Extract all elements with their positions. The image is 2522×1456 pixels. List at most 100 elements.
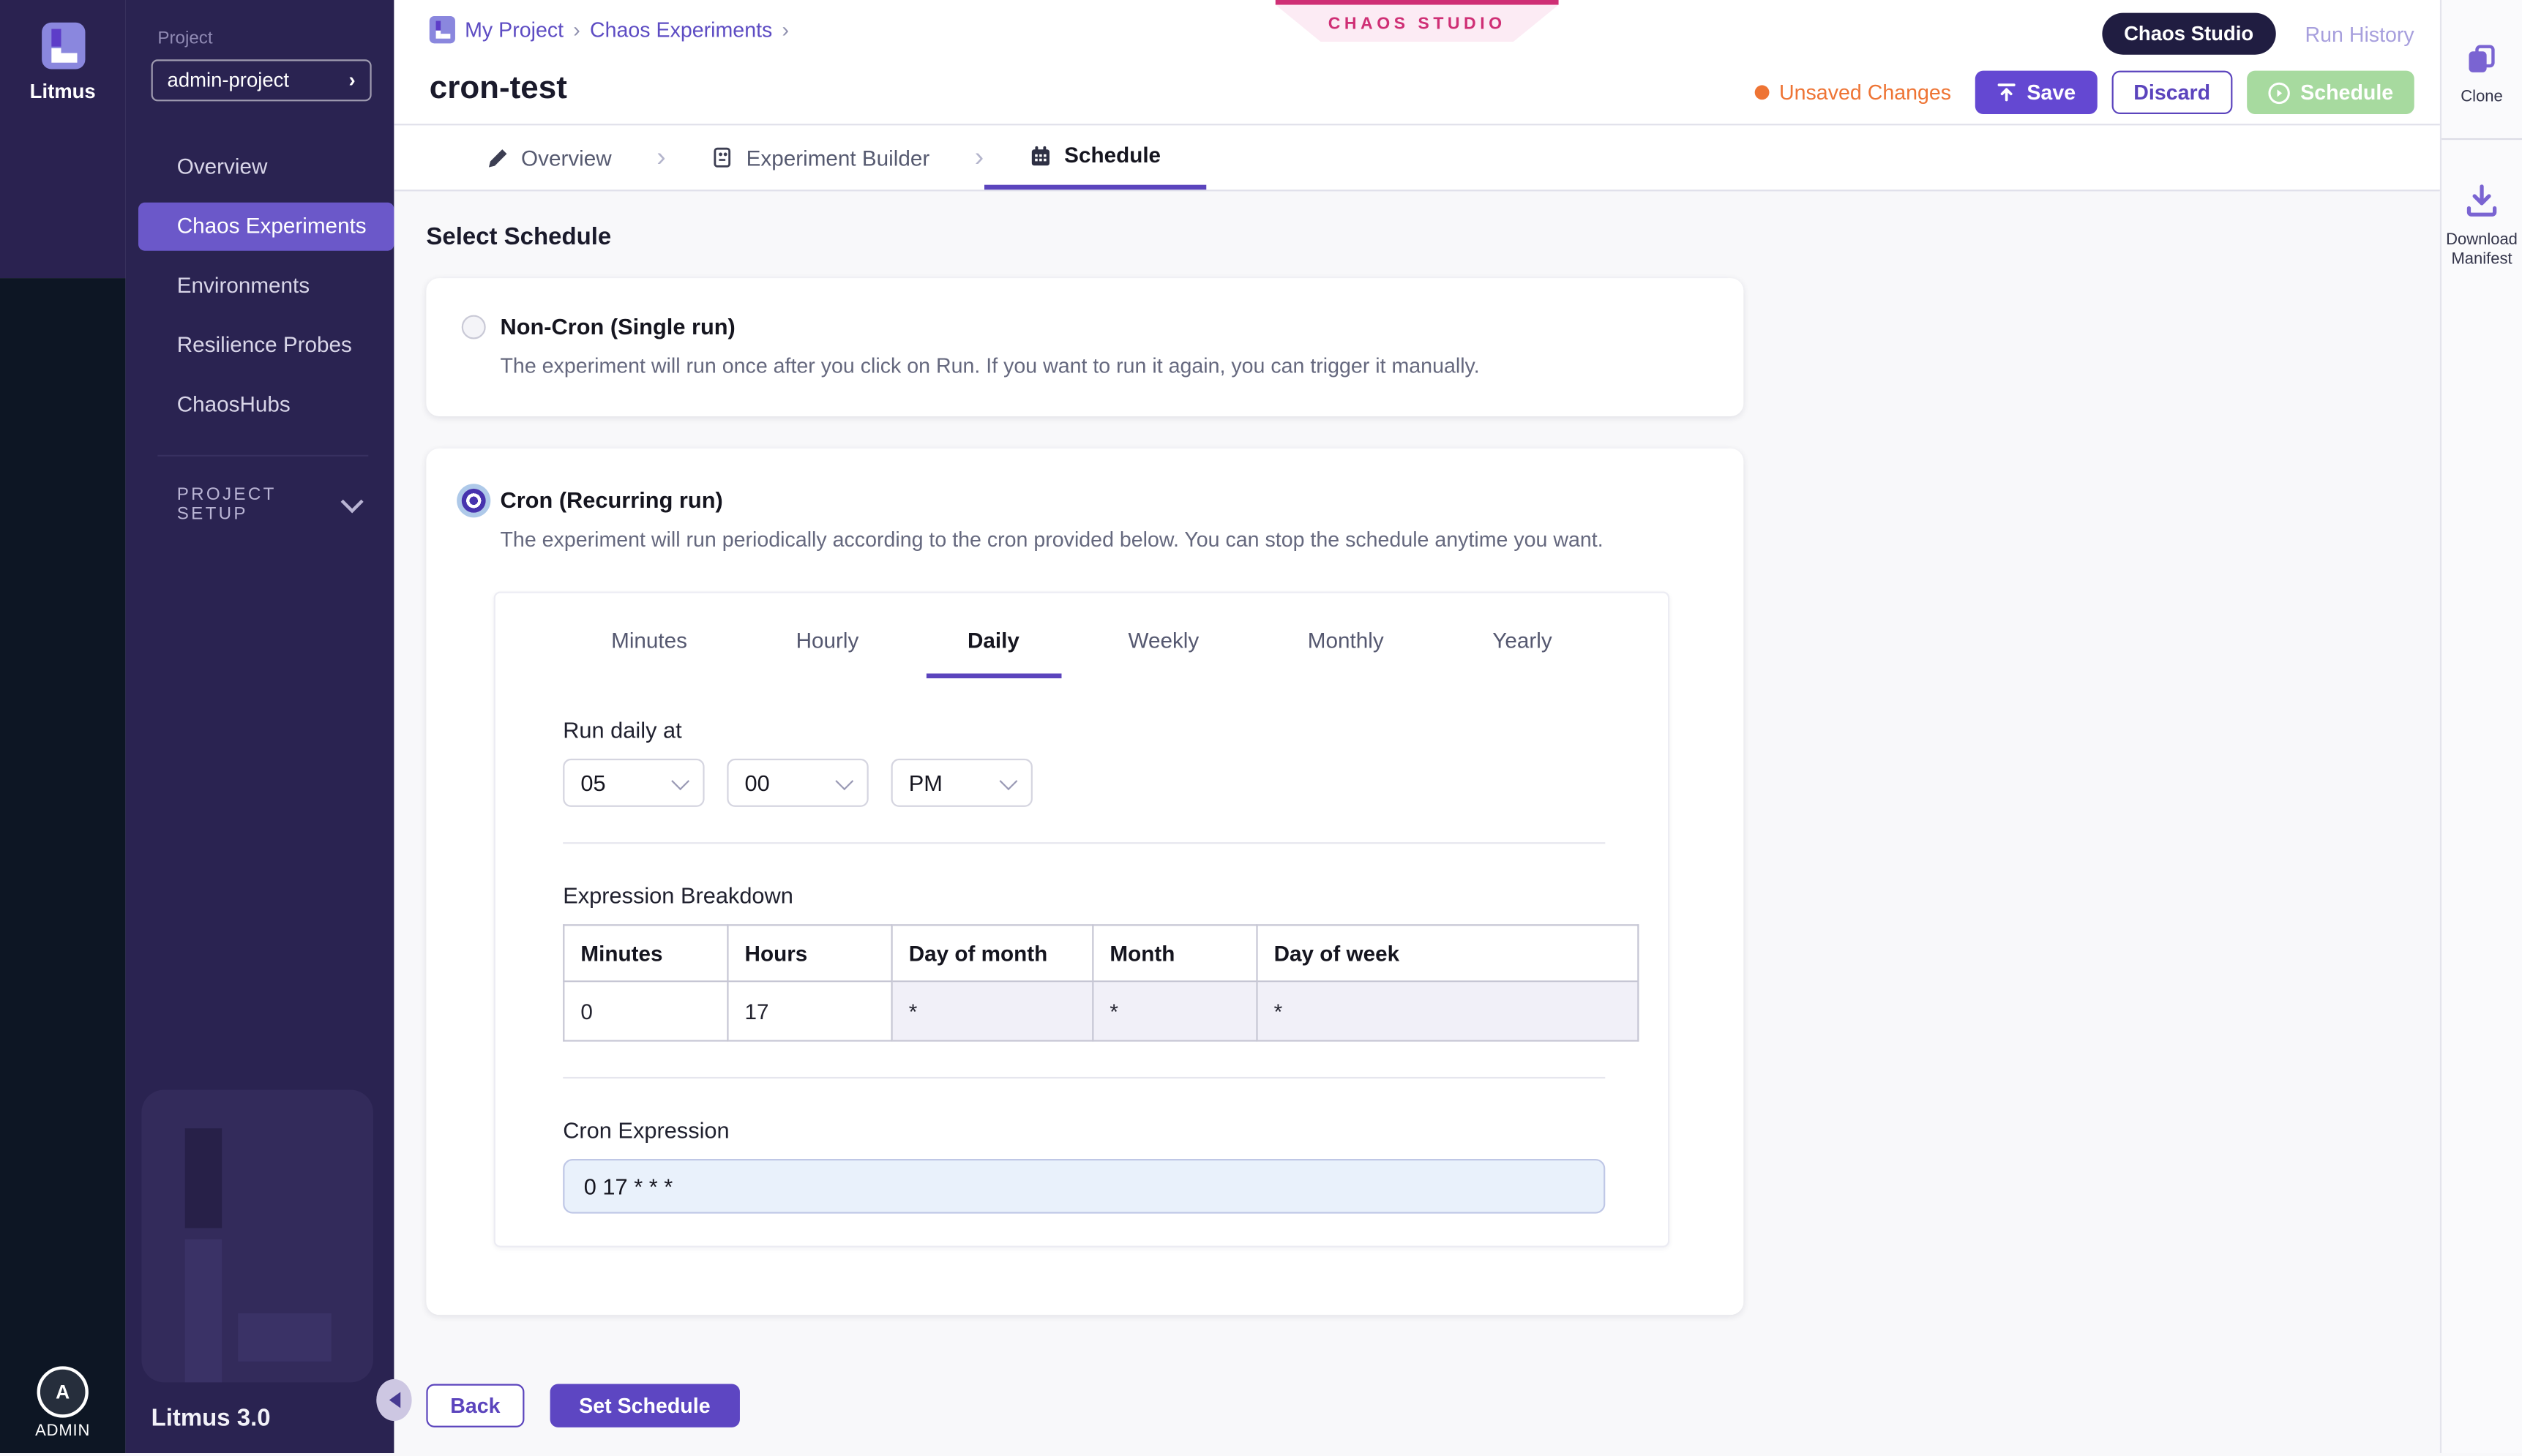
sidebar: Project admin-project › Overview Chaos E… (125, 0, 394, 1453)
cron-tab-hourly[interactable]: Hourly (754, 628, 900, 678)
tab-experiment-builder[interactable]: Experiment Builder (666, 125, 975, 189)
cron-panel: Minutes Hourly Daily Weekly Monthly Year… (494, 591, 1670, 1247)
table-row: 0 17 * * * (564, 981, 1638, 1040)
cron-tab-daily[interactable]: Daily (926, 628, 1061, 678)
cron-tab-minutes[interactable]: Minutes (569, 628, 729, 678)
minute-select[interactable]: 00 (727, 759, 868, 807)
schedule-content: Select Schedule Non-Cron (Single run) Th… (394, 191, 2439, 1456)
unsaved-changes-label: Unsaved Changes (1779, 80, 1951, 105)
logo-shape (50, 48, 60, 63)
cron-expression-input[interactable] (563, 1159, 1605, 1214)
minute-value: 00 (745, 770, 770, 795)
set-schedule-label: Set Schedule (579, 1394, 710, 1418)
cron-tabs: Minutes Hourly Daily Weekly Monthly Year… (495, 593, 1668, 678)
save-label: Save (2027, 80, 2076, 105)
view-toggle: Chaos Studio Run History (2101, 13, 2414, 55)
cell-day-of-week: * (1257, 981, 1639, 1040)
discard-button[interactable]: Discard (2111, 71, 2232, 114)
chevron-separator: › (573, 18, 580, 42)
chevron-right-icon: › (349, 70, 356, 90)
col-minutes: Minutes (564, 925, 727, 981)
triangle-left-icon (389, 1392, 400, 1408)
clone-label: Clone (2461, 89, 2502, 108)
chevron-right-icon: › (656, 125, 665, 189)
project-selector[interactable]: admin-project › (151, 59, 372, 101)
save-icon (1997, 82, 2018, 103)
download-icon[interactable] (2463, 181, 2502, 219)
col-day-of-week: Day of week (1257, 925, 1639, 981)
litmus-mini-icon (430, 16, 455, 43)
back-button[interactable]: Back (426, 1384, 524, 1427)
logo-shape (60, 53, 76, 62)
tab-schedule-label: Schedule (1064, 143, 1161, 168)
table-header-row: Minutes Hours Day of month Month Day of … (564, 925, 1638, 981)
sidebar-nav: Overview Chaos Experiments Environments … (125, 143, 394, 429)
banner-top-bar (1276, 0, 1559, 5)
calendar-icon (1029, 144, 1052, 167)
clone-icon[interactable] (2464, 42, 2499, 77)
status-dot-icon (1755, 85, 1770, 100)
back-label: Back (450, 1394, 500, 1418)
tab-experiment-builder-label: Experiment Builder (747, 146, 930, 170)
chevron-right-icon: › (975, 125, 984, 189)
tab-schedule[interactable]: Schedule (984, 125, 1205, 189)
cron-expression-label: Cron Expression (563, 1117, 1668, 1143)
sidebar-item-chaos-experiments[interactable]: Chaos Experiments (138, 203, 394, 251)
avatar[interactable]: A (37, 1366, 89, 1417)
breadcrumb-chaos-experiments[interactable]: Chaos Experiments (590, 18, 772, 42)
set-schedule-button[interactable]: Set Schedule (550, 1384, 740, 1427)
run-history-tab[interactable]: Run History (2305, 22, 2414, 46)
expression-breakdown-table: Minutes Hours Day of month Month Day of … (563, 924, 1639, 1041)
sidebar-item-chaoshubs[interactable]: ChaosHubs (125, 381, 394, 429)
cell-day-of-month: * (892, 981, 1093, 1040)
meridiem-select[interactable]: PM (891, 759, 1033, 807)
col-month: Month (1093, 925, 1257, 981)
unsaved-changes-badge: Unsaved Changes (1755, 80, 1951, 105)
tab-overview[interactable]: Overview (442, 125, 656, 189)
pencil-icon (487, 147, 509, 168)
cron-tab-yearly[interactable]: Yearly (1451, 628, 1594, 678)
builder-icon (711, 146, 733, 169)
cron-tab-weekly[interactable]: Weekly (1086, 628, 1241, 678)
litmus-logo-icon[interactable] (41, 23, 84, 70)
banner-label: CHAOS STUDIO (1276, 5, 1559, 42)
main-area: My Project › Chaos Experiments › CHAOS S… (394, 0, 2439, 1453)
cron-tab-monthly[interactable]: Monthly (1266, 628, 1426, 678)
project-label: Project (157, 29, 394, 48)
project-setup-toggle[interactable]: PROJECT SETUP (125, 485, 394, 524)
cell-hours: 17 (727, 981, 891, 1040)
sidebar-item-resilience-probes[interactable]: Resilience Probes (125, 321, 394, 369)
rail-bottom: A ADMIN (0, 278, 125, 1453)
section-title: Select Schedule (426, 223, 2440, 250)
schedule-button[interactable]: Schedule (2248, 71, 2414, 114)
divider (563, 842, 1605, 844)
cell-month: * (1093, 981, 1257, 1040)
expression-breakdown-label: Expression Breakdown (563, 882, 1668, 908)
version-label: Litmus 3.0 (151, 1405, 271, 1432)
run-daily-label: Run daily at (563, 717, 1668, 743)
project-name: admin-project (168, 69, 289, 91)
divider (563, 1077, 1605, 1078)
non-cron-card: Non-Cron (Single run) The experiment wil… (426, 278, 1743, 416)
cron-title: Cron (Recurring run) (500, 487, 722, 513)
chevron-separator: › (782, 18, 790, 42)
chaos-studio-tab[interactable]: Chaos Studio (2101, 13, 2276, 55)
non-cron-radio[interactable] (462, 314, 486, 338)
schedule-label: Schedule (2300, 80, 2393, 105)
left-rail: Litmus A ADMIN (0, 0, 125, 1453)
sidebar-item-overview[interactable]: Overview (125, 143, 394, 192)
footer-actions: Back Set Schedule (426, 1384, 739, 1427)
breadcrumb: My Project › Chaos Experiments › (430, 16, 789, 43)
save-button[interactable]: Save (1975, 71, 2097, 114)
chaos-studio-banner: CHAOS STUDIO (1276, 0, 1559, 42)
brand-area: Litmus (0, 0, 125, 278)
breadcrumb-my-project[interactable]: My Project (465, 18, 564, 42)
admin-label: ADMIN (35, 1422, 90, 1440)
sidebar-item-environments[interactable]: Environments (125, 262, 394, 310)
meridiem-value: PM (909, 770, 943, 795)
logo-shape (50, 29, 60, 47)
hour-select[interactable]: 05 (563, 759, 704, 807)
cron-radio[interactable] (462, 488, 486, 512)
time-selects: 05 00 PM (563, 759, 1668, 807)
sidebar-collapse-button[interactable] (376, 1379, 411, 1421)
